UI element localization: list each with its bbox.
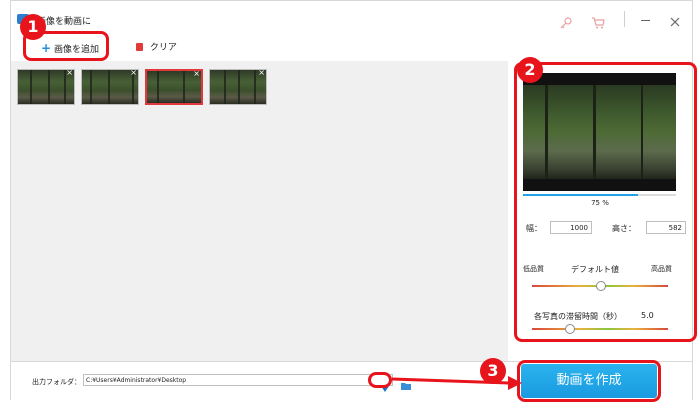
minimize-icon[interactable] xyxy=(641,20,650,21)
title-bar: 画像を動画に xyxy=(11,1,692,38)
toolbar: + 画像を追加 クリア xyxy=(11,37,692,62)
output-path-text: C:¥Users¥Administrator¥Desktop xyxy=(86,377,187,384)
thumbnail-list: × × × × xyxy=(11,61,509,361)
callout-badge-1: 1 xyxy=(20,14,46,40)
callout-badge-2: 2 xyxy=(517,57,543,83)
thumbnail[interactable]: × xyxy=(17,69,75,105)
cart-icon[interactable] xyxy=(591,14,605,29)
close-icon[interactable] xyxy=(669,13,681,27)
output-folder-label: 出力フォルダ： xyxy=(32,378,81,386)
callout-badge-3: 3 xyxy=(480,358,506,384)
callout-ring-dropdown xyxy=(368,372,392,388)
callout-ring-create xyxy=(517,360,661,402)
thumbnail[interactable]: × xyxy=(81,69,139,105)
clear-button[interactable]: クリア xyxy=(136,41,177,55)
remove-icon[interactable]: × xyxy=(66,70,73,77)
key-icon[interactable] xyxy=(559,14,573,29)
clear-label: クリア xyxy=(149,43,177,53)
output-path-input[interactable]: C:¥Users¥Administrator¥Desktop xyxy=(83,374,393,386)
thumbnail-selected[interactable]: × xyxy=(145,69,203,105)
thumbnail[interactable]: × xyxy=(209,69,267,105)
remove-icon[interactable]: × xyxy=(193,71,200,78)
trash-icon xyxy=(136,43,143,51)
title-separator xyxy=(624,11,625,27)
remove-icon[interactable]: × xyxy=(258,70,265,77)
folder-icon[interactable] xyxy=(401,375,411,390)
callout-ring-settings xyxy=(514,62,697,342)
remove-icon[interactable]: × xyxy=(130,70,137,77)
